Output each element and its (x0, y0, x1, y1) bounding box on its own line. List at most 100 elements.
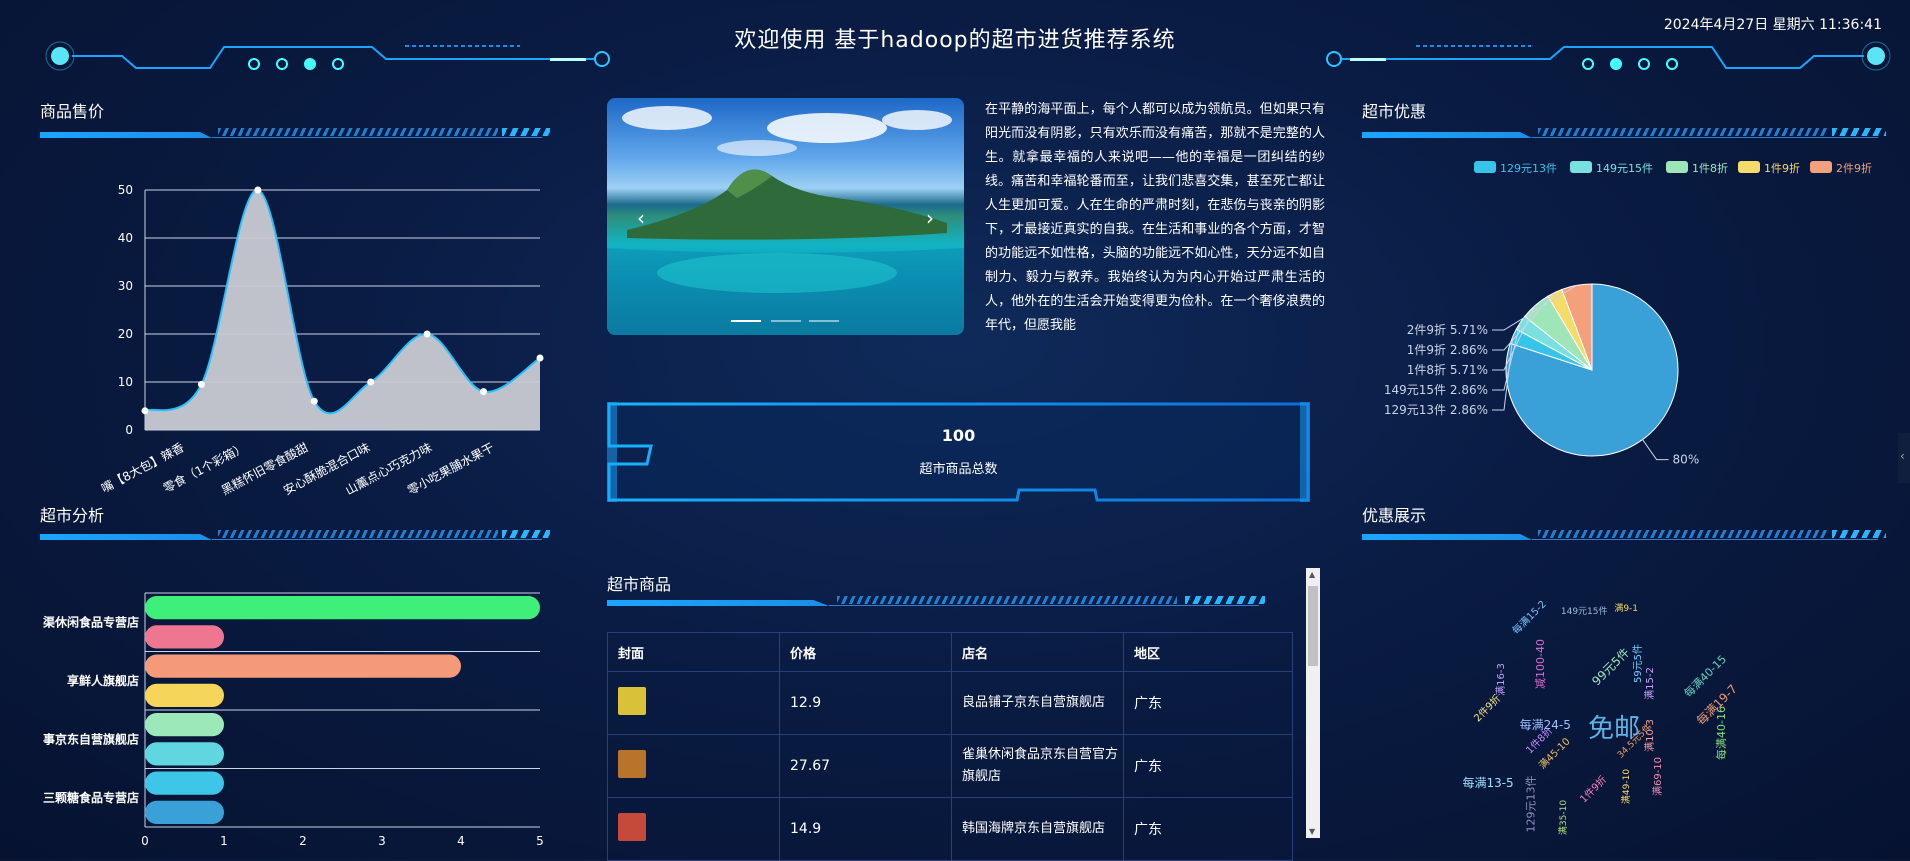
data-point (536, 354, 544, 362)
table-row[interactable]: 14.9 韩国海牌京东自营旗舰店 广东 (607, 797, 1293, 861)
label-leader (1642, 439, 1669, 461)
scrollbar-thumb[interactable] (1308, 586, 1318, 666)
bar (145, 625, 224, 649)
word-cloud-tag: 每满13-5 (1462, 776, 1514, 791)
data-point (423, 330, 431, 338)
column-header-region: 地区 (1123, 632, 1293, 672)
bar (145, 742, 224, 766)
word-cloud-tag: 1件9折 (1578, 774, 1609, 806)
product-thumbnail[interactable] (618, 687, 646, 715)
word-cloud-tag: 149元15件 (1560, 607, 1608, 618)
y-tick-label: 10 (118, 375, 133, 389)
side-collapse-tab[interactable]: ‹ (1898, 433, 1910, 483)
shop-cell: 良品铺子京东自营旗舰店 (951, 671, 1124, 735)
pie-label: 2件9折 5.71% (1407, 322, 1488, 337)
shop-cell: 雀巢休闲食品京东自营官方旗舰店 (951, 734, 1124, 798)
region-cell: 广东 (1123, 734, 1293, 798)
word-cloud-tag: 每满15-2 (1510, 599, 1549, 638)
carousel-indicator[interactable] (809, 320, 839, 322)
legend-label[interactable]: 149元15件 (1596, 160, 1653, 176)
y-tick-label: 30 (118, 279, 133, 293)
discount-panel-title-bar (1362, 128, 1886, 138)
legend-swatch[interactable] (1570, 161, 1592, 173)
carousel-indicator[interactable] (731, 320, 761, 322)
stat-frame (607, 402, 1310, 502)
pie-label: 1件9折 2.86% (1407, 342, 1488, 357)
word-cloud-tag: 每满40-16 (1714, 706, 1728, 761)
cover-cell (607, 734, 780, 798)
product-thumbnail[interactable] (618, 813, 646, 841)
legend-label[interactable]: 2件9折 (1836, 160, 1872, 176)
bar (145, 654, 461, 678)
x-tick-label: 3 (378, 834, 386, 848)
word-cloud-tag: 减100-40 (1533, 638, 1547, 689)
price-cell: 27.67 (779, 734, 952, 798)
x-tick-label: 1 (220, 834, 228, 848)
discount-word-cloud: 免邮 满45-10 99元5件 满69-10 2件9折 每满40-15 满35-10 每满15… (1440, 599, 1760, 835)
data-point (141, 407, 149, 415)
y-tick-label: 渠休闲食品专营店 (43, 614, 139, 629)
word-cloud-tag: 99元5件 (1588, 645, 1632, 689)
bar (145, 683, 224, 707)
total-goods-label: 超市商品总数 (919, 462, 998, 477)
scroll-down-icon[interactable]: ▼ (1309, 827, 1315, 836)
data-point (310, 397, 318, 405)
y-tick-label: 事京东自营旗舰店 (43, 731, 139, 746)
y-tick-label: 享鲜人旗舰店 (67, 673, 139, 688)
shop-cell: 韩国海牌京东自营旗舰店 (951, 797, 1124, 861)
showcase-panel-title: 优惠展示 (1362, 506, 1427, 525)
total-goods-value: 100 (941, 426, 976, 445)
legend-swatch[interactable] (1810, 161, 1832, 173)
y-tick-label: 0 (125, 423, 133, 437)
price-cell: 14.9 (779, 797, 952, 861)
data-point (254, 186, 262, 194)
chevron-right-icon[interactable]: › (926, 206, 934, 230)
legend-label[interactable]: 1件8折 (1692, 160, 1728, 176)
legend-swatch[interactable] (1738, 161, 1760, 173)
area-fill (145, 189, 540, 430)
bar (145, 596, 540, 620)
table-header-row: 封面 价格 店名 地区 (607, 632, 1293, 672)
word-cloud-tag: 满15-2 (1645, 666, 1657, 700)
price-panel-title: 商品售价 (40, 102, 105, 121)
table-row[interactable]: 27.67 雀巢休闲食品京东自营官方旗舰店 广东 (607, 734, 1293, 798)
price-area-chart: 01020304050嘴【8大包】辣香零食（1个彩箱）黑糕怀旧零食酸甜安心酥脆混… (99, 183, 544, 498)
word-cloud-tag: 满16-3 (1496, 663, 1508, 697)
bar (145, 800, 224, 824)
pie-label: 149元15件 2.86% (1384, 383, 1488, 397)
data-point (367, 378, 375, 386)
legend-swatch[interactable] (1666, 161, 1688, 173)
x-tick-label: 0 (141, 834, 149, 848)
table-row[interactable]: 12.9 良品铺子京东自营旗舰店 广东 (607, 671, 1293, 735)
total-goods-card: 100 超市商品总数 (607, 402, 1310, 502)
goods-table-scrollbar[interactable]: ▲ ▼ (1306, 568, 1320, 838)
cover-cell (607, 671, 780, 735)
carousel-indicator[interactable] (771, 320, 801, 322)
y-tick-label: 50 (118, 183, 133, 197)
bar (145, 713, 224, 737)
column-header-cover: 封面 (607, 632, 780, 672)
legend-swatch[interactable] (1474, 161, 1496, 173)
price-cell: 12.9 (779, 671, 952, 735)
datetime-display: 2024年4月27日 星期六 11:36:41 (1663, 17, 1882, 33)
x-tick-label: 2 (299, 834, 307, 848)
page-title: 欢迎使用 基于hadoop的超市进货推荐系统 (734, 28, 1176, 53)
product-thumbnail[interactable] (618, 750, 646, 778)
chevron-left-icon[interactable]: ‹ (1900, 449, 1905, 463)
column-header-price: 价格 (779, 632, 952, 672)
legend-label[interactable]: 129元13件 (1500, 160, 1557, 176)
image-carousel[interactable]: ‹ › (607, 98, 964, 335)
goods-panel-title-bar (607, 596, 1265, 606)
region-cell: 广东 (1123, 671, 1293, 735)
column-header-shop: 店名 (951, 632, 1124, 672)
legend-label[interactable]: 1件9折 (1764, 160, 1800, 176)
scroll-up-icon[interactable]: ▲ (1309, 570, 1315, 579)
data-point (480, 388, 488, 396)
shop-bar-chart: 三颗糖食品专营店事京东自营旗舰店 享鲜人旗舰店 渠休闲食品专营店 0 1 2 3 4 5 (43, 592, 544, 848)
pie-label: 129元13件 2.86% (1384, 403, 1488, 417)
pie-label: 1件8折 5.71% (1407, 362, 1488, 377)
price-panel-title-bar (40, 128, 550, 138)
word-cloud-tag: 满69-10 (1652, 756, 1664, 796)
chevron-left-icon[interactable]: ‹ (637, 206, 645, 230)
analysis-panel-title-bar (40, 530, 550, 540)
